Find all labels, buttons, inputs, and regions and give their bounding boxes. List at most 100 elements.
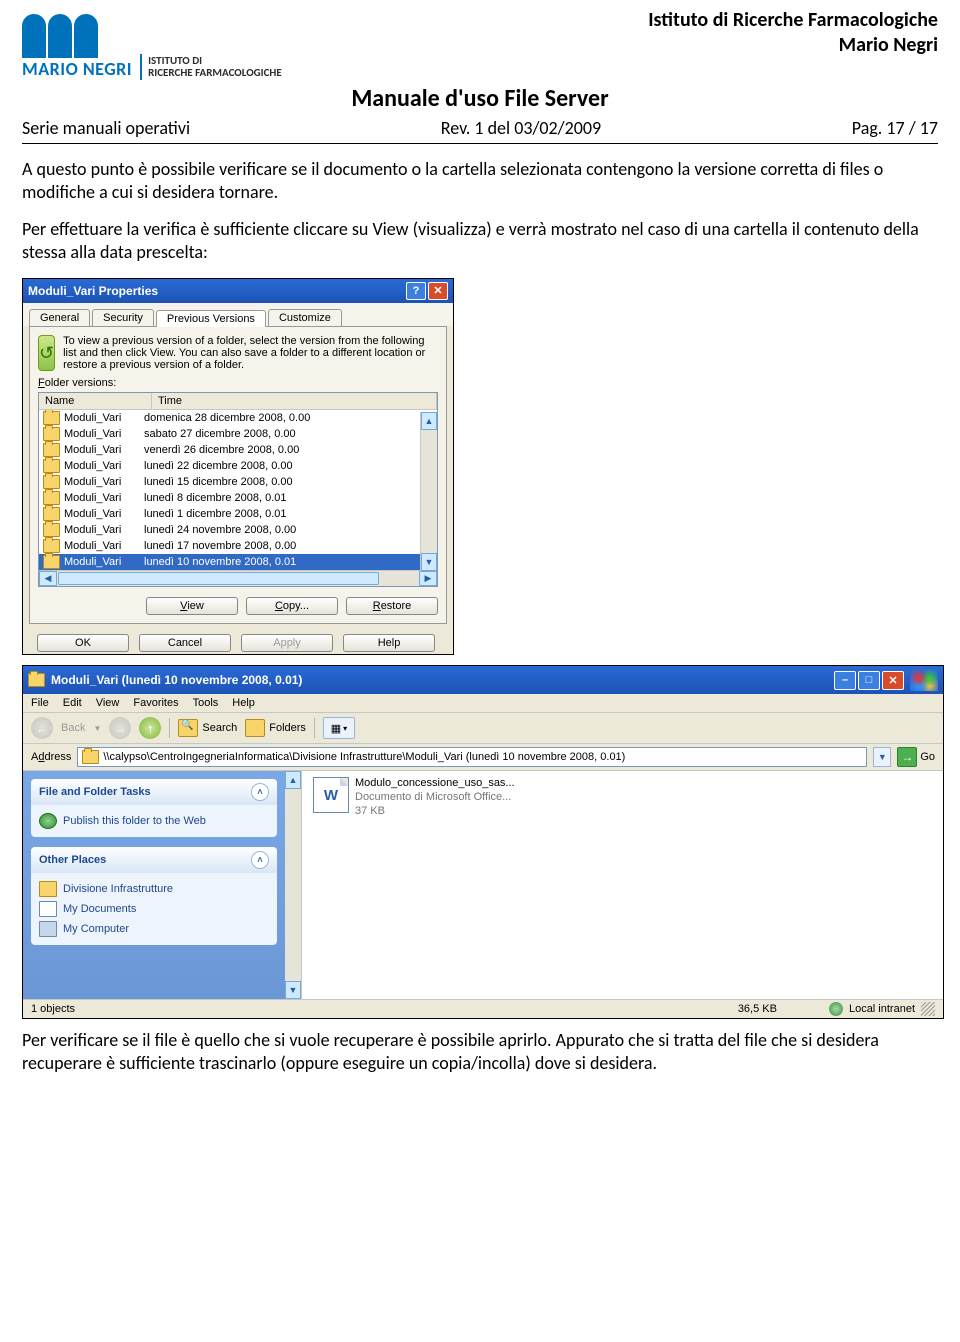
minimize-icon[interactable]: – bbox=[834, 671, 856, 690]
version-row[interactable]: Moduli_Varilunedì 24 novembre 2008, 0.00 bbox=[39, 522, 437, 538]
place-mycomputer[interactable]: My Computer bbox=[39, 919, 269, 939]
version-row[interactable]: Moduli_Varidomenica 28 dicembre 2008, 0.… bbox=[39, 410, 437, 426]
org-name: Istituto di Ricerche Farmacologiche Mari… bbox=[648, 8, 938, 58]
scroll-down-icon[interactable]: ▼ bbox=[421, 553, 437, 571]
series-label: Serie manuali operativi bbox=[22, 117, 190, 139]
chevron-up-icon[interactable]: ˄ bbox=[251, 783, 269, 801]
resize-grip-icon[interactable] bbox=[921, 1002, 935, 1016]
content-pane[interactable]: ▲ ▼ W Modulo_concessione_uso_sas... Docu… bbox=[285, 771, 943, 999]
view-button[interactable]: View bbox=[146, 597, 238, 615]
menu-help[interactable]: Help bbox=[232, 697, 255, 709]
close-icon[interactable]: ✕ bbox=[428, 282, 448, 300]
places-panel: Other Places ˄ Divisione Infrastrutture M… bbox=[31, 847, 277, 945]
tab-general[interactable]: General bbox=[29, 309, 90, 326]
folder-icon bbox=[43, 507, 60, 521]
views-button[interactable]: ▦▾ bbox=[323, 717, 355, 739]
folder-icon bbox=[43, 427, 60, 441]
explorer-title: Moduli_Vari (lunedì 10 novembre 2008, 0.… bbox=[51, 673, 302, 687]
file-item[interactable]: W Modulo_concessione_uso_sas... Document… bbox=[313, 777, 937, 818]
version-row[interactable]: Moduli_Varilunedì 17 novembre 2008, 0.00 bbox=[39, 538, 437, 554]
tab-previous-versions[interactable]: Previous Versions bbox=[156, 310, 266, 327]
computer-icon bbox=[39, 921, 57, 937]
documents-icon bbox=[39, 901, 57, 917]
folder-icon bbox=[43, 555, 60, 569]
up-icon[interactable]: ↑ bbox=[139, 717, 161, 739]
menu-file[interactable]: File bbox=[31, 697, 49, 709]
scroll-up-icon[interactable]: ▲ bbox=[421, 412, 437, 430]
col-time[interactable]: Time bbox=[152, 393, 437, 409]
chevron-up-icon[interactable]: ˄ bbox=[251, 851, 269, 869]
folders-icon bbox=[245, 719, 265, 737]
folder-icon bbox=[43, 459, 60, 473]
paragraph-3: Per verificare se il file è quello che s… bbox=[22, 1029, 938, 1075]
properties-dialog: Moduli_Vari Properties ? ✕ General Secur… bbox=[22, 278, 454, 655]
version-row[interactable]: Moduli_Varilunedì 15 dicembre 2008, 0.00 bbox=[39, 474, 437, 490]
scroll-up-icon[interactable]: ▲ bbox=[285, 771, 301, 789]
restore-button[interactable]: Restore bbox=[346, 597, 438, 615]
search-icon bbox=[178, 719, 198, 737]
help-icon[interactable]: ? bbox=[406, 282, 426, 300]
paragraph-2: Per effettuare la verifica è sufficiente… bbox=[22, 218, 938, 264]
copy-button[interactable]: Copy... bbox=[246, 597, 338, 615]
logo: MARIO NEGRI ISTITUTO DI RICERCHE FARMACO… bbox=[22, 14, 282, 80]
folders-button[interactable]: Folders bbox=[245, 719, 306, 737]
tab-customize[interactable]: Customize bbox=[268, 309, 342, 326]
scroll-down-icon[interactable]: ▼ bbox=[285, 981, 301, 999]
back-icon: ← bbox=[31, 717, 53, 739]
tasks-title: File and Folder Tasks bbox=[39, 786, 151, 798]
status-bar: 1 objects 36,5 KB Local intranet bbox=[23, 999, 943, 1018]
address-value: \\calypso\CentroIngegneriaInformatica\Di… bbox=[103, 751, 625, 763]
address-dropdown-icon[interactable]: ▼ bbox=[873, 747, 891, 767]
go-icon: → bbox=[897, 747, 917, 767]
windows-flag-icon bbox=[910, 669, 938, 691]
tasks-panel: File and Folder Tasks ˄ Publish this fold… bbox=[31, 779, 277, 837]
apply-button: Apply bbox=[241, 634, 333, 652]
document-title: Manuale d'uso File Server bbox=[22, 84, 938, 113]
versions-label: Folder versions: bbox=[38, 377, 438, 389]
intranet-icon bbox=[829, 1002, 843, 1016]
place-mydocs[interactable]: My Documents bbox=[39, 899, 269, 919]
search-button[interactable]: Search bbox=[178, 719, 237, 737]
version-row[interactable]: Moduli_Varilunedì 22 dicembre 2008, 0.00 bbox=[39, 458, 437, 474]
version-row[interactable]: Moduli_Varilunedì 10 novembre 2008, 0.01 bbox=[39, 554, 437, 570]
version-row[interactable]: Moduli_Varilunedì 8 dicembre 2008, 0.01 bbox=[39, 490, 437, 506]
version-row[interactable]: Moduli_Varilunedì 1 dicembre 2008, 0.01 bbox=[39, 506, 437, 522]
content-scrollbar[interactable]: ▲ ▼ bbox=[285, 771, 302, 999]
file-type: Documento di Microsoft Office... bbox=[355, 791, 515, 805]
menu-view[interactable]: View bbox=[96, 697, 120, 709]
toolbar: ← Back ▼ → ↑ Search Folders ▦▾ bbox=[23, 713, 943, 744]
place-divisione[interactable]: Divisione Infrastrutture bbox=[39, 879, 269, 899]
menu-edit[interactable]: Edit bbox=[63, 697, 82, 709]
places-title: Other Places bbox=[39, 854, 106, 866]
maximize-icon[interactable]: □ bbox=[858, 671, 880, 690]
scroll-left-icon[interactable]: ◀ bbox=[39, 571, 57, 586]
version-row[interactable]: Moduli_Varivenerdì 26 dicembre 2008, 0.0… bbox=[39, 442, 437, 458]
dialog-intro-text: To view a previous version of a folder, … bbox=[63, 335, 438, 371]
col-name[interactable]: Name bbox=[39, 393, 152, 409]
globe-icon bbox=[39, 813, 57, 829]
tab-security[interactable]: Security bbox=[92, 309, 154, 326]
vertical-scrollbar[interactable]: ▲ ▼ bbox=[420, 412, 437, 571]
close-icon[interactable]: ✕ bbox=[882, 671, 904, 690]
scroll-right-icon[interactable]: ▶ bbox=[419, 571, 437, 586]
divider bbox=[22, 143, 938, 144]
menu-tools[interactable]: Tools bbox=[193, 697, 219, 709]
word-doc-icon: W bbox=[313, 777, 349, 813]
versions-list[interactable]: Name Time Moduli_Varidomenica 28 dicembr… bbox=[38, 392, 438, 587]
address-input[interactable]: \\calypso\CentroIngegneriaInformatica\Di… bbox=[77, 747, 867, 767]
forward-icon: → bbox=[109, 717, 131, 739]
task-publish[interactable]: Publish this folder to the Web bbox=[39, 811, 269, 831]
help-button[interactable]: Help bbox=[343, 634, 435, 652]
back-dropdown-icon: ▼ bbox=[93, 724, 101, 733]
version-row[interactable]: Moduli_Varisabato 27 dicembre 2008, 0.00 bbox=[39, 426, 437, 442]
menu-favorites[interactable]: Favorites bbox=[133, 697, 178, 709]
horizontal-scrollbar[interactable]: ◀ ▶ bbox=[39, 570, 437, 586]
go-button[interactable]: →Go bbox=[897, 747, 935, 767]
folder-icon bbox=[43, 523, 60, 537]
revision-label: Rev. 1 del 03/02/2009 bbox=[441, 117, 601, 139]
paragraph-1: A questo punto è possibile verificare se… bbox=[22, 158, 938, 204]
folder-icon bbox=[43, 491, 60, 505]
ok-button[interactable]: OK bbox=[37, 634, 129, 652]
cancel-button[interactable]: Cancel bbox=[139, 634, 231, 652]
scroll-thumb[interactable] bbox=[58, 572, 379, 585]
